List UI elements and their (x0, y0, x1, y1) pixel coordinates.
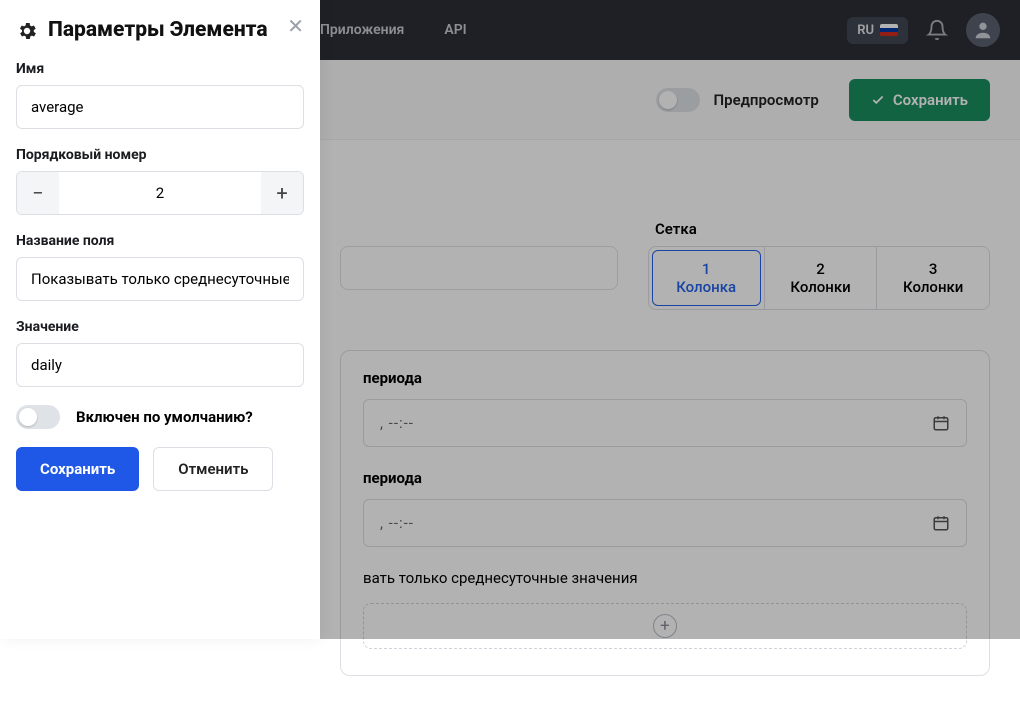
order-field-label: Порядковый номер (16, 147, 304, 163)
fieldname-field-label: Название поля (16, 233, 304, 249)
order-increment[interactable]: + (261, 172, 303, 214)
gear-icon (16, 20, 38, 42)
fieldname-input[interactable] (16, 257, 304, 301)
settings-drawer: Параметры Элемента ✕ Имя Порядковый номе… (0, 0, 320, 639)
default-on-toggle[interactable] (16, 405, 60, 429)
default-on-label: Включен по умолчанию? (76, 408, 253, 426)
order-decrement[interactable]: − (17, 172, 59, 214)
drawer-close-icon[interactable]: ✕ (287, 16, 304, 36)
value-input[interactable] (16, 343, 304, 387)
order-stepper: − + (16, 171, 304, 215)
value-field-label: Значение (16, 319, 304, 335)
name-field-label: Имя (16, 61, 304, 77)
drawer-title: Параметры Элемента (48, 18, 268, 43)
order-input[interactable] (59, 172, 261, 214)
drawer-save-button[interactable]: Сохранить (16, 447, 139, 491)
drawer-cancel-button[interactable]: Отменить (153, 447, 273, 491)
name-input[interactable] (16, 85, 304, 129)
